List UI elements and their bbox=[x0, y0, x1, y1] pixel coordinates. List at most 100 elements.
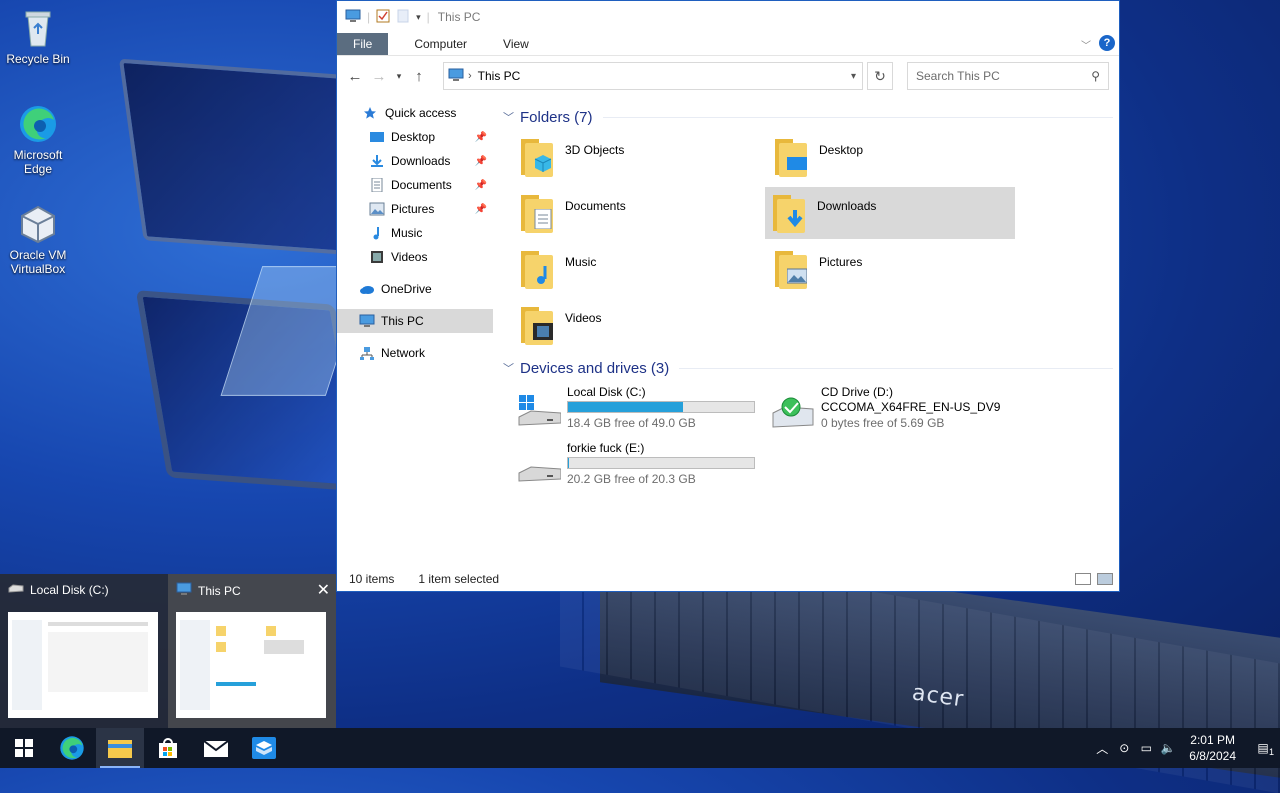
refresh-icon[interactable]: ↻ bbox=[867, 62, 893, 90]
item-count: 10 items bbox=[349, 572, 395, 586]
nav-item-music[interactable]: Music bbox=[337, 221, 493, 245]
large-icons-view-icon[interactable] bbox=[1097, 573, 1113, 585]
nav-item-label: Quick access bbox=[385, 106, 457, 120]
desktop-icon-label: Recycle Bin bbox=[6, 52, 70, 66]
nav-item-downloads[interactable]: Downloads 📌 bbox=[337, 149, 493, 173]
collapse-chevron-icon[interactable]: ﹀ bbox=[503, 109, 514, 125]
back-arrow-icon[interactable]: ← bbox=[343, 68, 367, 85]
properties-icon[interactable] bbox=[376, 9, 390, 26]
nav-item-pictures[interactable]: Pictures 📌 bbox=[337, 197, 493, 221]
volume-icon[interactable]: 🔈 bbox=[1157, 741, 1179, 755]
taskbar-edge[interactable] bbox=[48, 728, 96, 768]
drives-section-header[interactable]: ﹀ Devices and drives (3) bbox=[497, 356, 1113, 380]
recent-locations-chevron-icon[interactable]: ▾ bbox=[391, 71, 407, 82]
tab-view[interactable]: View bbox=[489, 37, 543, 55]
videos-folder-icon bbox=[521, 305, 553, 345]
nav-item-label: OneDrive bbox=[381, 282, 432, 296]
desktop-icon-recycle-bin[interactable]: Recycle Bin bbox=[0, 8, 76, 66]
tab-computer[interactable]: Computer bbox=[400, 37, 481, 55]
details-view-icon[interactable] bbox=[1075, 573, 1091, 585]
folder-tile-pictures[interactable]: Pictures bbox=[767, 243, 1017, 295]
pictures-icon bbox=[369, 202, 385, 216]
new-folder-icon[interactable] bbox=[396, 9, 410, 26]
nav-item-documents[interactable]: Documents 📌 bbox=[337, 173, 493, 197]
hard-drive-icon bbox=[517, 451, 562, 487]
windows-logo-icon bbox=[15, 739, 33, 757]
store-icon bbox=[159, 738, 177, 758]
thumbnail-local-disk[interactable]: Local Disk (C:) bbox=[0, 574, 168, 728]
tab-file[interactable]: File bbox=[337, 33, 389, 55]
address-dropdown-chevron-icon[interactable]: ▾ bbox=[851, 71, 856, 82]
folder-tile-videos[interactable]: Videos bbox=[513, 299, 763, 351]
nav-item-videos[interactable]: Videos bbox=[337, 245, 493, 269]
folder-tile-3d-objects[interactable]: 3D Objects bbox=[513, 131, 763, 183]
this-pc-icon bbox=[359, 314, 375, 328]
search-placeholder[interactable]: Search This PC bbox=[916, 69, 1000, 83]
folder-tile-music[interactable]: Music bbox=[513, 243, 763, 295]
nav-item-label: This PC bbox=[381, 314, 424, 328]
drive-usage-bar bbox=[567, 457, 755, 469]
search-box[interactable]: Search This PC ⚲ bbox=[907, 62, 1109, 90]
system-tray: ︿ ⊙ ▭ 🔈 2:01 PM 6/8/2024 ▤ 1 bbox=[1091, 728, 1280, 768]
device-icon[interactable]: ⊙ bbox=[1113, 741, 1135, 755]
help-icon[interactable]: ? bbox=[1099, 35, 1115, 51]
nav-item-this-pc[interactable]: This PC bbox=[337, 309, 493, 333]
taskbar-file-explorer[interactable] bbox=[96, 728, 144, 768]
taskbar-virtualbox[interactable] bbox=[240, 728, 288, 768]
address-bar[interactable]: › This PC ▾ bbox=[443, 62, 863, 90]
desktop-icon-virtualbox[interactable]: Oracle VM VirtualBox bbox=[0, 204, 76, 276]
desktop-icon-label: Microsoft Edge bbox=[13, 148, 63, 176]
show-hidden-icons-chevron-icon[interactable]: ︿ bbox=[1091, 740, 1113, 757]
navigation-pane: Quick access Desktop 📌 Downloads 📌 Docum… bbox=[337, 101, 493, 365]
ribbon-tabs: File Computer View ﹀ ? bbox=[337, 33, 1119, 56]
taskbar-store[interactable] bbox=[144, 728, 192, 768]
drive-name: forkie fuck (E:) bbox=[567, 441, 645, 455]
folder-tile-downloads[interactable]: Downloads bbox=[765, 187, 1015, 239]
pin-icon[interactable]: 📌 bbox=[475, 204, 487, 215]
taskbar-mail[interactable] bbox=[192, 728, 240, 768]
search-icon[interactable]: ⚲ bbox=[1091, 69, 1100, 83]
nav-item-quick-access[interactable]: Quick access bbox=[337, 101, 493, 125]
forward-arrow-icon[interactable]: → bbox=[367, 68, 391, 85]
nav-item-desktop[interactable]: Desktop 📌 bbox=[337, 125, 493, 149]
drive-tile-d[interactable]: CD Drive (D:) CCCOMA_X64FRE_EN-US_DV9 0 … bbox=[763, 385, 1013, 437]
notification-center-icon[interactable]: ▤ 1 bbox=[1246, 741, 1280, 757]
pin-icon[interactable]: 📌 bbox=[475, 156, 487, 167]
pin-icon[interactable]: 📌 bbox=[475, 180, 487, 191]
desktop-icon-edge[interactable]: Microsoft Edge bbox=[0, 104, 76, 176]
drive-name: Local Disk (C:) bbox=[567, 385, 646, 399]
collapse-chevron-icon[interactable]: ﹀ bbox=[503, 360, 514, 376]
windows-drive-icon bbox=[517, 395, 562, 431]
thumbnail-title-text: Local Disk (C:) bbox=[30, 582, 109, 597]
drive-name: CD Drive (D:) bbox=[821, 385, 893, 399]
title-bar: | ▾ | This PC bbox=[337, 1, 1119, 33]
clock[interactable]: 2:01 PM 6/8/2024 bbox=[1189, 732, 1236, 764]
nav-item-network[interactable]: Network bbox=[337, 341, 493, 365]
nav-item-label: Documents bbox=[391, 178, 452, 192]
notification-count: 1 bbox=[1268, 747, 1274, 757]
taskbar-thumbnail-preview: Local Disk (C:) This PC ✕ bbox=[0, 574, 336, 728]
taskbar: ︿ ⊙ ▭ 🔈 2:01 PM 6/8/2024 ▤ 1 bbox=[0, 728, 1280, 768]
recycle-bin-icon bbox=[18, 8, 58, 48]
selection-count: 1 item selected bbox=[418, 572, 500, 586]
up-arrow-icon[interactable]: ↑ bbox=[407, 68, 431, 85]
customize-toolbar-chevron-icon[interactable]: ▾ bbox=[416, 12, 421, 23]
toolbar-separator: | bbox=[426, 10, 430, 24]
breadcrumb-chevron-icon[interactable]: › bbox=[468, 70, 472, 82]
start-button[interactable] bbox=[0, 728, 48, 768]
pin-icon[interactable]: 📌 bbox=[475, 132, 487, 143]
expand-ribbon-chevron-icon[interactable]: ﹀ bbox=[1081, 37, 1091, 52]
toolbar-separator: | bbox=[367, 10, 371, 24]
breadcrumb-location[interactable]: This PC bbox=[478, 69, 521, 83]
folders-section-header[interactable]: ﹀ Folders (7) bbox=[497, 105, 1113, 129]
close-icon[interactable]: ✕ bbox=[317, 580, 330, 600]
thumbnail-title-text: This PC bbox=[198, 583, 241, 598]
thumbnail-this-pc[interactable]: This PC ✕ bbox=[168, 574, 336, 728]
folder-tile-desktop[interactable]: Desktop bbox=[767, 131, 1017, 183]
nav-item-onedrive[interactable]: OneDrive bbox=[337, 277, 493, 301]
drive-tile-c[interactable]: Local Disk (C:) 18.4 GB free of 49.0 GB bbox=[509, 385, 759, 437]
network-icon[interactable]: ▭ bbox=[1135, 741, 1157, 755]
drive-tile-e[interactable]: forkie fuck (E:) 20.2 GB free of 20.3 GB bbox=[509, 441, 759, 493]
folder-tile-documents[interactable]: Documents bbox=[513, 187, 763, 239]
virtualbox-icon bbox=[18, 204, 58, 244]
